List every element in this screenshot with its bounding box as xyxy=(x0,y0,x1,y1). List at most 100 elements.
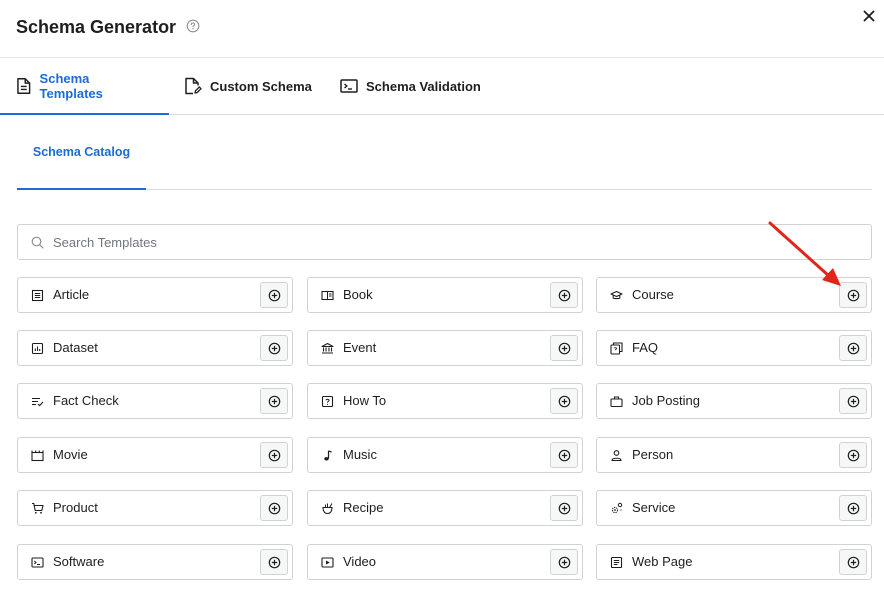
add-template-button[interactable] xyxy=(839,388,867,414)
template-label: Video xyxy=(343,554,377,569)
plus-circle-icon xyxy=(268,502,280,514)
template-label: Movie xyxy=(53,447,88,462)
add-template-button[interactable] xyxy=(550,442,578,468)
search-input[interactable] xyxy=(53,225,853,259)
music-note-icon xyxy=(324,450,332,461)
search-box xyxy=(17,224,872,260)
plus-circle-icon xyxy=(558,342,570,354)
list-check-icon xyxy=(32,397,44,407)
book-icon xyxy=(321,290,334,301)
faq-icon xyxy=(610,342,623,355)
plus-circle-icon xyxy=(847,449,859,461)
plus-circle-icon xyxy=(268,289,280,301)
plus-circle-icon xyxy=(558,289,570,301)
add-template-button[interactable] xyxy=(839,335,867,361)
template-label: Software xyxy=(53,554,105,569)
question-circle-icon[interactable] xyxy=(186,19,200,33)
add-template-button[interactable] xyxy=(839,495,867,521)
subtab-bar: Schema Catalog xyxy=(17,115,872,190)
template-label: Dataset xyxy=(53,340,98,355)
article-icon xyxy=(31,289,44,302)
add-template-button[interactable] xyxy=(550,335,578,361)
template-label: Book xyxy=(343,287,373,302)
add-template-button[interactable] xyxy=(260,549,288,575)
plus-circle-icon xyxy=(847,342,859,354)
plus-circle-icon xyxy=(847,502,859,514)
modal-title: Schema Generator xyxy=(16,17,177,37)
plus-circle-icon xyxy=(558,556,570,568)
add-template-button[interactable] xyxy=(260,388,288,414)
briefcase-icon xyxy=(610,396,623,408)
template-label: Fact Check xyxy=(53,393,119,408)
template-card-web-page[interactable]: Web Page xyxy=(596,544,872,580)
tab-schema-validation[interactable]: Schema Validation xyxy=(340,58,481,114)
template-card-article[interactable]: Article xyxy=(17,277,293,313)
template-label: Music xyxy=(343,447,377,462)
dataset-icon xyxy=(31,342,44,355)
close-icon[interactable] xyxy=(860,7,878,25)
template-label: Article xyxy=(53,287,90,302)
template-card-fact-check[interactable]: Fact Check xyxy=(17,383,293,419)
add-template-button[interactable] xyxy=(839,442,867,468)
clapperboard-icon xyxy=(31,450,44,462)
person-icon xyxy=(611,450,622,462)
template-card-video[interactable]: Video xyxy=(307,544,583,580)
plus-circle-icon xyxy=(847,556,859,568)
template-card-person[interactable]: Person xyxy=(596,437,872,473)
add-template-button[interactable] xyxy=(260,282,288,308)
add-template-button[interactable] xyxy=(260,495,288,521)
tab-custom-schema[interactable]: Custom Schema xyxy=(184,58,312,114)
template-label: Course xyxy=(632,287,674,302)
add-template-button[interactable] xyxy=(839,549,867,575)
template-card-music[interactable]: Music xyxy=(307,437,583,473)
plus-circle-icon xyxy=(268,342,280,354)
add-template-button[interactable] xyxy=(260,335,288,361)
template-card-event[interactable]: Event xyxy=(307,330,583,366)
template-card-course[interactable]: Course xyxy=(596,277,872,313)
template-card-movie[interactable]: Movie xyxy=(17,437,293,473)
template-label: Service xyxy=(632,500,676,515)
plus-circle-icon xyxy=(847,395,859,407)
add-template-button[interactable] xyxy=(839,282,867,308)
template-card-recipe[interactable]: Recipe xyxy=(307,490,583,526)
template-card-software[interactable]: Software xyxy=(17,544,293,580)
tab-label: Schema Validation xyxy=(366,78,481,94)
template-label: How To xyxy=(343,393,387,408)
template-label: Web Page xyxy=(632,554,693,569)
chef-icon xyxy=(322,503,333,515)
template-card-dataset[interactable]: Dataset xyxy=(17,330,293,366)
plus-circle-icon xyxy=(268,395,280,407)
tab-schema-templates[interactable]: Schema Templates xyxy=(0,58,169,115)
template-card-how-to[interactable]: How To xyxy=(307,383,583,419)
add-template-button[interactable] xyxy=(550,282,578,308)
template-card-job-posting[interactable]: Job Posting xyxy=(596,383,872,419)
tab-label: Schema Templates xyxy=(39,71,103,101)
plus-circle-icon xyxy=(558,502,570,514)
gears-icon xyxy=(611,502,623,514)
terminal-icon xyxy=(31,557,44,568)
template-card-book[interactable]: Book xyxy=(307,277,583,313)
template-card-product[interactable]: Product xyxy=(17,490,293,526)
tab-schema-catalog[interactable]: Schema Catalog xyxy=(17,115,146,190)
terminal-icon xyxy=(340,79,358,93)
cart-icon xyxy=(32,502,44,514)
template-card-faq[interactable]: FAQ xyxy=(596,330,872,366)
add-template-button[interactable] xyxy=(550,388,578,414)
template-label: Event xyxy=(343,340,377,355)
add-template-button[interactable] xyxy=(260,442,288,468)
graduation-cap-icon xyxy=(610,290,623,300)
plus-circle-icon xyxy=(268,449,280,461)
add-template-button[interactable] xyxy=(550,495,578,521)
plus-circle-icon xyxy=(847,289,859,301)
template-label: Job Posting xyxy=(632,393,700,408)
template-label: Person xyxy=(632,447,674,462)
plus-circle-icon xyxy=(268,556,280,568)
tab-label: Custom Schema xyxy=(210,78,312,94)
bank-icon xyxy=(321,342,334,354)
template-label: Recipe xyxy=(343,500,384,515)
document-icon xyxy=(17,77,31,95)
add-template-button[interactable] xyxy=(550,549,578,575)
webpage-icon xyxy=(610,556,623,569)
template-card-service[interactable]: Service xyxy=(596,490,872,526)
search-icon xyxy=(31,236,44,249)
